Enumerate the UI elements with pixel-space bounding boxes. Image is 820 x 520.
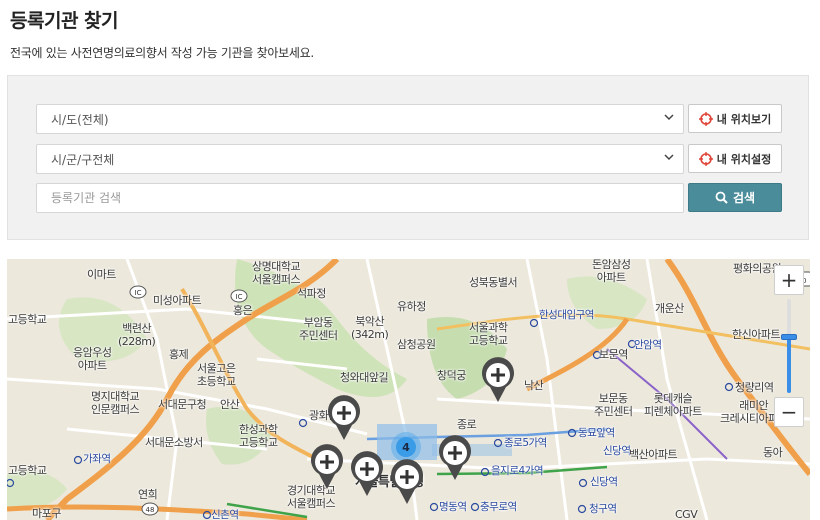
marker-cluster-count: 4 (396, 437, 416, 457)
sido-select-value: 시/도(전체) (51, 113, 109, 127)
sigungu-select[interactable]: 시/군/구전체 (36, 144, 684, 174)
map-label: 고등학교 (8, 313, 47, 326)
map-label: 석파정 (297, 287, 326, 300)
svg-text:48: 48 (146, 506, 155, 514)
map-label: 동묘앞역 (578, 427, 615, 439)
map-view[interactable]: 30ICIC48 상명대학교서울캠퍼스 돈암삼성아파트 평화의공원 이마트 석파… (7, 259, 810, 520)
map-label: 낙산 (524, 379, 544, 392)
map-label: CGV (675, 508, 698, 520)
map-label: 신당역 (603, 445, 631, 457)
map-label: 보문역 (599, 348, 628, 361)
marker-cluster[interactable]: 4 (391, 432, 421, 462)
map-label: 롯데캐슬 피렌체아파트 (644, 392, 702, 418)
map-label: 신촌역 (211, 509, 239, 520)
map-label: 상명대학교 서울캠퍼스 (252, 260, 301, 286)
map-label: 한신아파트 (732, 328, 781, 341)
chevron-down-icon (664, 154, 674, 161)
search-button[interactable]: 검색 (688, 183, 782, 212)
zoom-in-button[interactable]: + (774, 265, 804, 295)
institution-search-input[interactable] (36, 183, 684, 213)
map-label: 서울고은 초등학교 (197, 362, 236, 388)
map-label: 청구역 (589, 503, 617, 515)
map-label: 안암역 (634, 339, 662, 351)
location-pin-icon[interactable] (326, 395, 362, 441)
zoom-slider-fill (787, 336, 791, 393)
search-panel: 시/도(전체) 내 위치보기 시/군/구전체 내 위치설정 검색 (7, 75, 809, 240)
search-icon (715, 191, 728, 204)
zoom-slider-handle[interactable] (781, 333, 797, 340)
crosshair-icon (698, 151, 713, 166)
map-label: 삼청공원 (397, 338, 436, 351)
map-label: 한성과학 고등학교 (239, 423, 278, 449)
map-label: 백련산 (228m) (118, 322, 156, 348)
map-label: 청량리역 (735, 381, 774, 394)
location-pin-icon[interactable] (389, 459, 425, 505)
svg-text:IC: IC (236, 293, 243, 301)
map-label: 홍은 (233, 304, 253, 317)
map-label: 고등학교 (8, 464, 47, 477)
my-location-set-button[interactable]: 내 위치설정 (688, 144, 782, 173)
map-label: 미성아파트 (153, 294, 202, 307)
chevron-down-icon (664, 114, 674, 121)
my-location-view-button[interactable]: 내 위치보기 (688, 104, 782, 133)
map-label: 보문동 주민센터 (594, 392, 633, 418)
map-label: 개운산 (655, 302, 684, 315)
my-location-view-label: 내 위치보기 (716, 112, 772, 126)
map-label: 종로5가역 (504, 437, 547, 449)
map-label: 이마트 (87, 268, 116, 281)
map-label: 서대문소방서 (145, 436, 203, 449)
map-label: 을지로4가역 (491, 465, 543, 477)
map-label: 백산아파트 (629, 448, 678, 461)
map-label: 동아 (763, 446, 783, 459)
map-label: 부암동 주민센터 (299, 316, 338, 342)
map-label: 응암우성 아파트 (73, 346, 112, 372)
zoom-control: + − (774, 265, 804, 427)
map-label: 서대문구청 (158, 398, 207, 411)
map-label: 유하정 (397, 300, 426, 313)
map-label: 창덕궁 (437, 369, 466, 382)
map-label: 명동역 (439, 501, 467, 513)
page-description: 전국에 있는 사전연명의료의향서 작성 가능 기관을 찾아보세요. (10, 46, 314, 60)
location-pin-icon[interactable] (437, 435, 473, 481)
map-label: 서울과학 고등학교 (469, 321, 508, 347)
map-label: 성북동별서 (469, 276, 518, 289)
map-label: 종로 (457, 418, 477, 431)
sigungu-select-value: 시/군/구전체 (51, 153, 115, 167)
map-label: 가좌역 (83, 453, 111, 465)
map-label: 충무로역 (480, 501, 517, 513)
page-title: 등록기관 찾기 (10, 10, 119, 32)
map-label: 신당역 (590, 476, 618, 488)
my-location-set-label: 내 위치설정 (716, 152, 772, 166)
svg-text:IC: IC (135, 289, 142, 297)
map-label: 마포구 (32, 507, 61, 520)
map-label: 홍제 (169, 348, 189, 361)
location-pin-icon[interactable] (349, 451, 385, 497)
map-label: 명지대학교 인문캠퍼스 (91, 390, 140, 416)
zoom-out-button[interactable]: − (774, 397, 804, 427)
map-label: 북악산 (342m) (351, 315, 389, 341)
crosshair-icon (698, 111, 713, 126)
sido-select[interactable]: 시/도(전체) (36, 104, 684, 134)
map-label: 돈암삼성 아파트 (592, 259, 631, 284)
map-label: 청와대앞길 (340, 371, 389, 384)
map-label: 한성대입구역 (539, 309, 594, 321)
map-label: 안산 (220, 398, 240, 411)
location-pin-icon[interactable] (480, 357, 516, 403)
map-label: 연희 (138, 488, 158, 501)
location-pin-icon[interactable] (309, 444, 345, 490)
search-button-label: 검색 (732, 191, 756, 205)
